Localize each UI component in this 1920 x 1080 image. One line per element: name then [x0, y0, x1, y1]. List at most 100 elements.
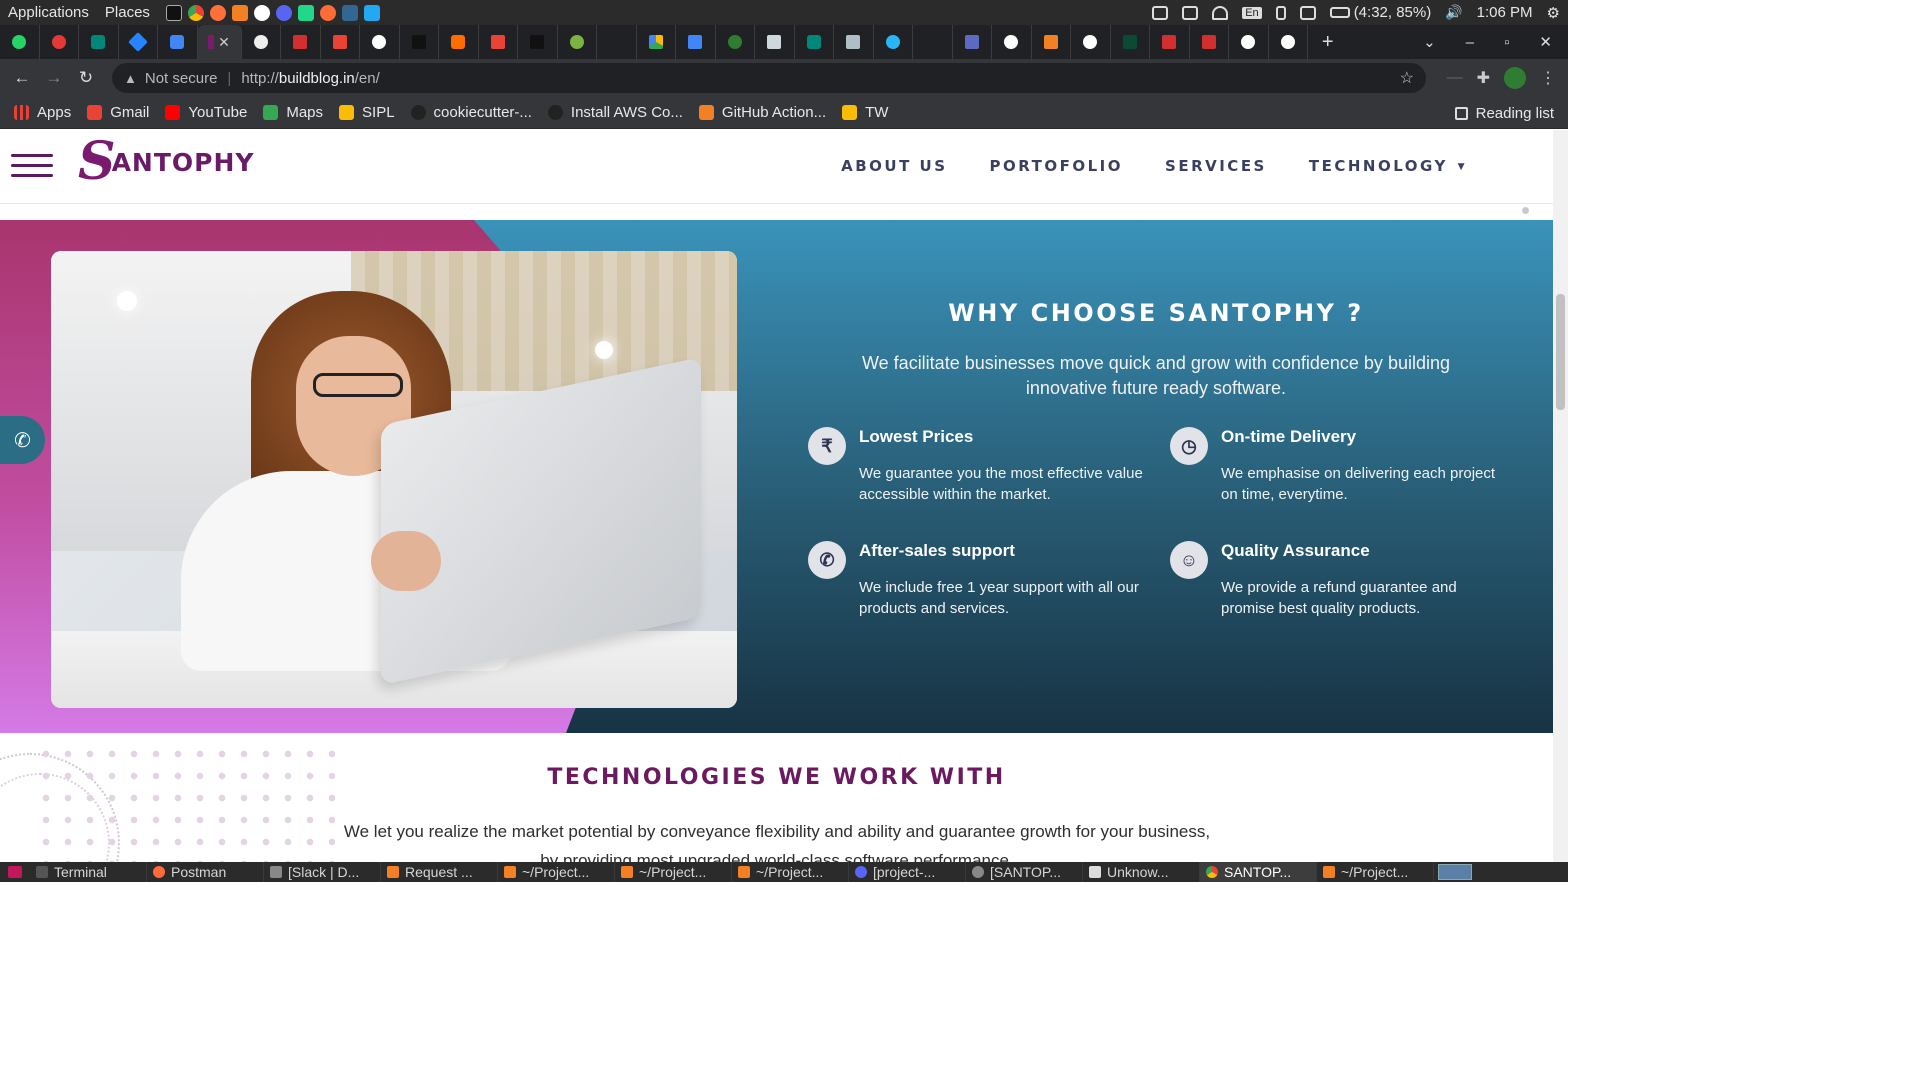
- browser-tab[interactable]: [158, 25, 198, 59]
- browser-tab[interactable]: [119, 25, 158, 59]
- browser-tab[interactable]: [439, 25, 479, 59]
- page-scrollbar[interactable]: [1553, 130, 1568, 862]
- reading-list-button[interactable]: Reading list: [1454, 97, 1554, 129]
- show-desktop-icon[interactable]: [0, 862, 30, 882]
- back-icon[interactable]: ←: [6, 68, 38, 88]
- workspace-switcher[interactable]: [1438, 864, 1472, 880]
- nav-technology[interactable]: TECHNOLOGY ▼: [1309, 157, 1467, 175]
- taskbar-item[interactable]: ~/Project...: [1317, 862, 1434, 882]
- browser-tab[interactable]: [242, 25, 281, 59]
- mail-icon[interactable]: [1299, 5, 1316, 20]
- bookmark-star-icon[interactable]: ☆: [1400, 68, 1414, 88]
- taskbar-item[interactable]: Request ...: [381, 862, 498, 882]
- browser-tab[interactable]: [558, 25, 597, 59]
- browser-tab-active[interactable]: ✕: [197, 25, 242, 59]
- bookmark-apps[interactable]: Apps: [14, 104, 71, 121]
- bookmark-sipl[interactable]: SIPL: [339, 104, 395, 121]
- new-tab-button[interactable]: +: [1308, 25, 1348, 59]
- nav-portofolio[interactable]: PORTOFOLIO: [990, 157, 1124, 175]
- browser-tab[interactable]: [992, 25, 1032, 59]
- slack-tray-icon[interactable]: [1182, 5, 1199, 20]
- browser-tab[interactable]: [637, 25, 676, 59]
- bookmark-gmail[interactable]: Gmail: [87, 104, 149, 121]
- taskbar-item[interactable]: Unknow...: [1083, 862, 1200, 882]
- pycharm-launcher-icon[interactable]: [297, 4, 314, 21]
- nav-about-us[interactable]: ABOUT US: [841, 157, 947, 175]
- browser-tab[interactable]: [597, 25, 637, 59]
- browser-tab[interactable]: [755, 25, 795, 59]
- bookmark-install-aws[interactable]: Install AWS Co...: [547, 104, 683, 121]
- terminal-launcher-icon[interactable]: [165, 4, 182, 21]
- hamburger-menu-icon[interactable]: [11, 154, 53, 184]
- browser-tab[interactable]: [1190, 25, 1229, 59]
- taskbar-item[interactable]: [Slack | D...: [264, 862, 381, 882]
- browser-tab[interactable]: [79, 25, 119, 59]
- taskbar-item-active[interactable]: SANTOP...: [1200, 862, 1317, 882]
- bookmark-github-action[interactable]: GitHub Action...: [698, 104, 826, 121]
- taskbar-item[interactable]: [SANTOP...: [966, 862, 1083, 882]
- settings-gear-icon[interactable]: ⚙: [1547, 4, 1560, 22]
- pgadmin-launcher-icon[interactable]: [341, 4, 358, 21]
- browser-tab[interactable]: [716, 25, 755, 59]
- extensions-puzzle-icon[interactable]: ✚: [1477, 68, 1490, 88]
- browser-tab[interactable]: [913, 25, 953, 59]
- browser-tab[interactable]: [874, 25, 913, 59]
- browser-tab[interactable]: [518, 25, 558, 59]
- battery-indicator[interactable]: (4:32, 85%): [1329, 4, 1431, 21]
- close-tab-icon[interactable]: ✕: [218, 34, 230, 51]
- reload-icon[interactable]: ↻: [70, 68, 102, 88]
- close-window-icon[interactable]: ✕: [1539, 33, 1552, 51]
- wifi-icon[interactable]: [1212, 5, 1229, 20]
- chrome-menu-icon[interactable]: ⋮: [1540, 68, 1556, 88]
- bluetooth-icon[interactable]: [1275, 5, 1286, 20]
- sublime-launcher-icon[interactable]: [231, 4, 248, 21]
- taskbar-item[interactable]: ~/Project...: [498, 862, 615, 882]
- browser-tab[interactable]: [360, 25, 400, 59]
- warning-icon[interactable]: ▲: [124, 71, 137, 86]
- browser-tab[interactable]: [0, 25, 40, 59]
- forward-icon[interactable]: →: [38, 68, 70, 88]
- scrollbar-thumb[interactable]: [1556, 294, 1565, 410]
- browser-tab[interactable]: [400, 25, 439, 59]
- taskbar-item[interactable]: Postman: [147, 862, 264, 882]
- browser-tab[interactable]: [1071, 25, 1111, 59]
- address-bar[interactable]: ▲ Not secure | http:// buildblog.in /en/…: [112, 63, 1426, 93]
- maximize-icon[interactable]: ▫: [1504, 34, 1509, 51]
- nav-services[interactable]: SERVICES: [1165, 157, 1267, 175]
- bookmark-tw[interactable]: TW: [842, 104, 888, 121]
- discord-tray-icon[interactable]: [1152, 5, 1169, 20]
- browser-tab[interactable]: [834, 25, 874, 59]
- chrome-launcher-icon[interactable]: [187, 4, 204, 21]
- volume-icon[interactable]: 🔊: [1445, 4, 1462, 21]
- browser-tab[interactable]: [676, 25, 716, 59]
- firefox-launcher-icon[interactable]: [209, 4, 226, 21]
- browser-tab[interactable]: [479, 25, 518, 59]
- profile-avatar[interactable]: [1504, 67, 1526, 89]
- applications-menu[interactable]: Applications: [8, 4, 89, 21]
- taskbar-item[interactable]: Terminal: [30, 862, 147, 882]
- taskbar-item[interactable]: [project-...: [849, 862, 966, 882]
- minimize-icon[interactable]: –: [1466, 34, 1474, 51]
- tab-search-icon[interactable]: ⌄: [1423, 33, 1436, 51]
- santophy-logo[interactable]: S ANTOPHY: [78, 136, 255, 188]
- browser-tab[interactable]: [795, 25, 834, 59]
- vscode-launcher-icon[interactable]: [363, 4, 380, 21]
- places-menu[interactable]: Places: [105, 4, 150, 21]
- browser-tab[interactable]: [1229, 25, 1269, 59]
- postman-launcher-icon[interactable]: [319, 4, 336, 21]
- bookmark-youtube[interactable]: YouTube: [165, 104, 247, 121]
- clock[interactable]: 1:06 PM: [1477, 4, 1533, 21]
- browser-tab[interactable]: [1032, 25, 1071, 59]
- browser-tab[interactable]: [281, 25, 321, 59]
- discord-launcher-icon[interactable]: [275, 4, 292, 21]
- keyboard-language-indicator[interactable]: En: [1242, 6, 1262, 19]
- bookmark-maps[interactable]: Maps: [263, 104, 323, 121]
- taskbar-item[interactable]: ~/Project...: [615, 862, 732, 882]
- browser-tab[interactable]: [1269, 25, 1308, 59]
- browser-tab[interactable]: [1150, 25, 1190, 59]
- browser-tab[interactable]: [321, 25, 360, 59]
- security-label[interactable]: Not secure: [145, 70, 218, 87]
- browser-tab[interactable]: [953, 25, 992, 59]
- slack-launcher-icon[interactable]: [253, 4, 270, 21]
- taskbar-item[interactable]: ~/Project...: [732, 862, 849, 882]
